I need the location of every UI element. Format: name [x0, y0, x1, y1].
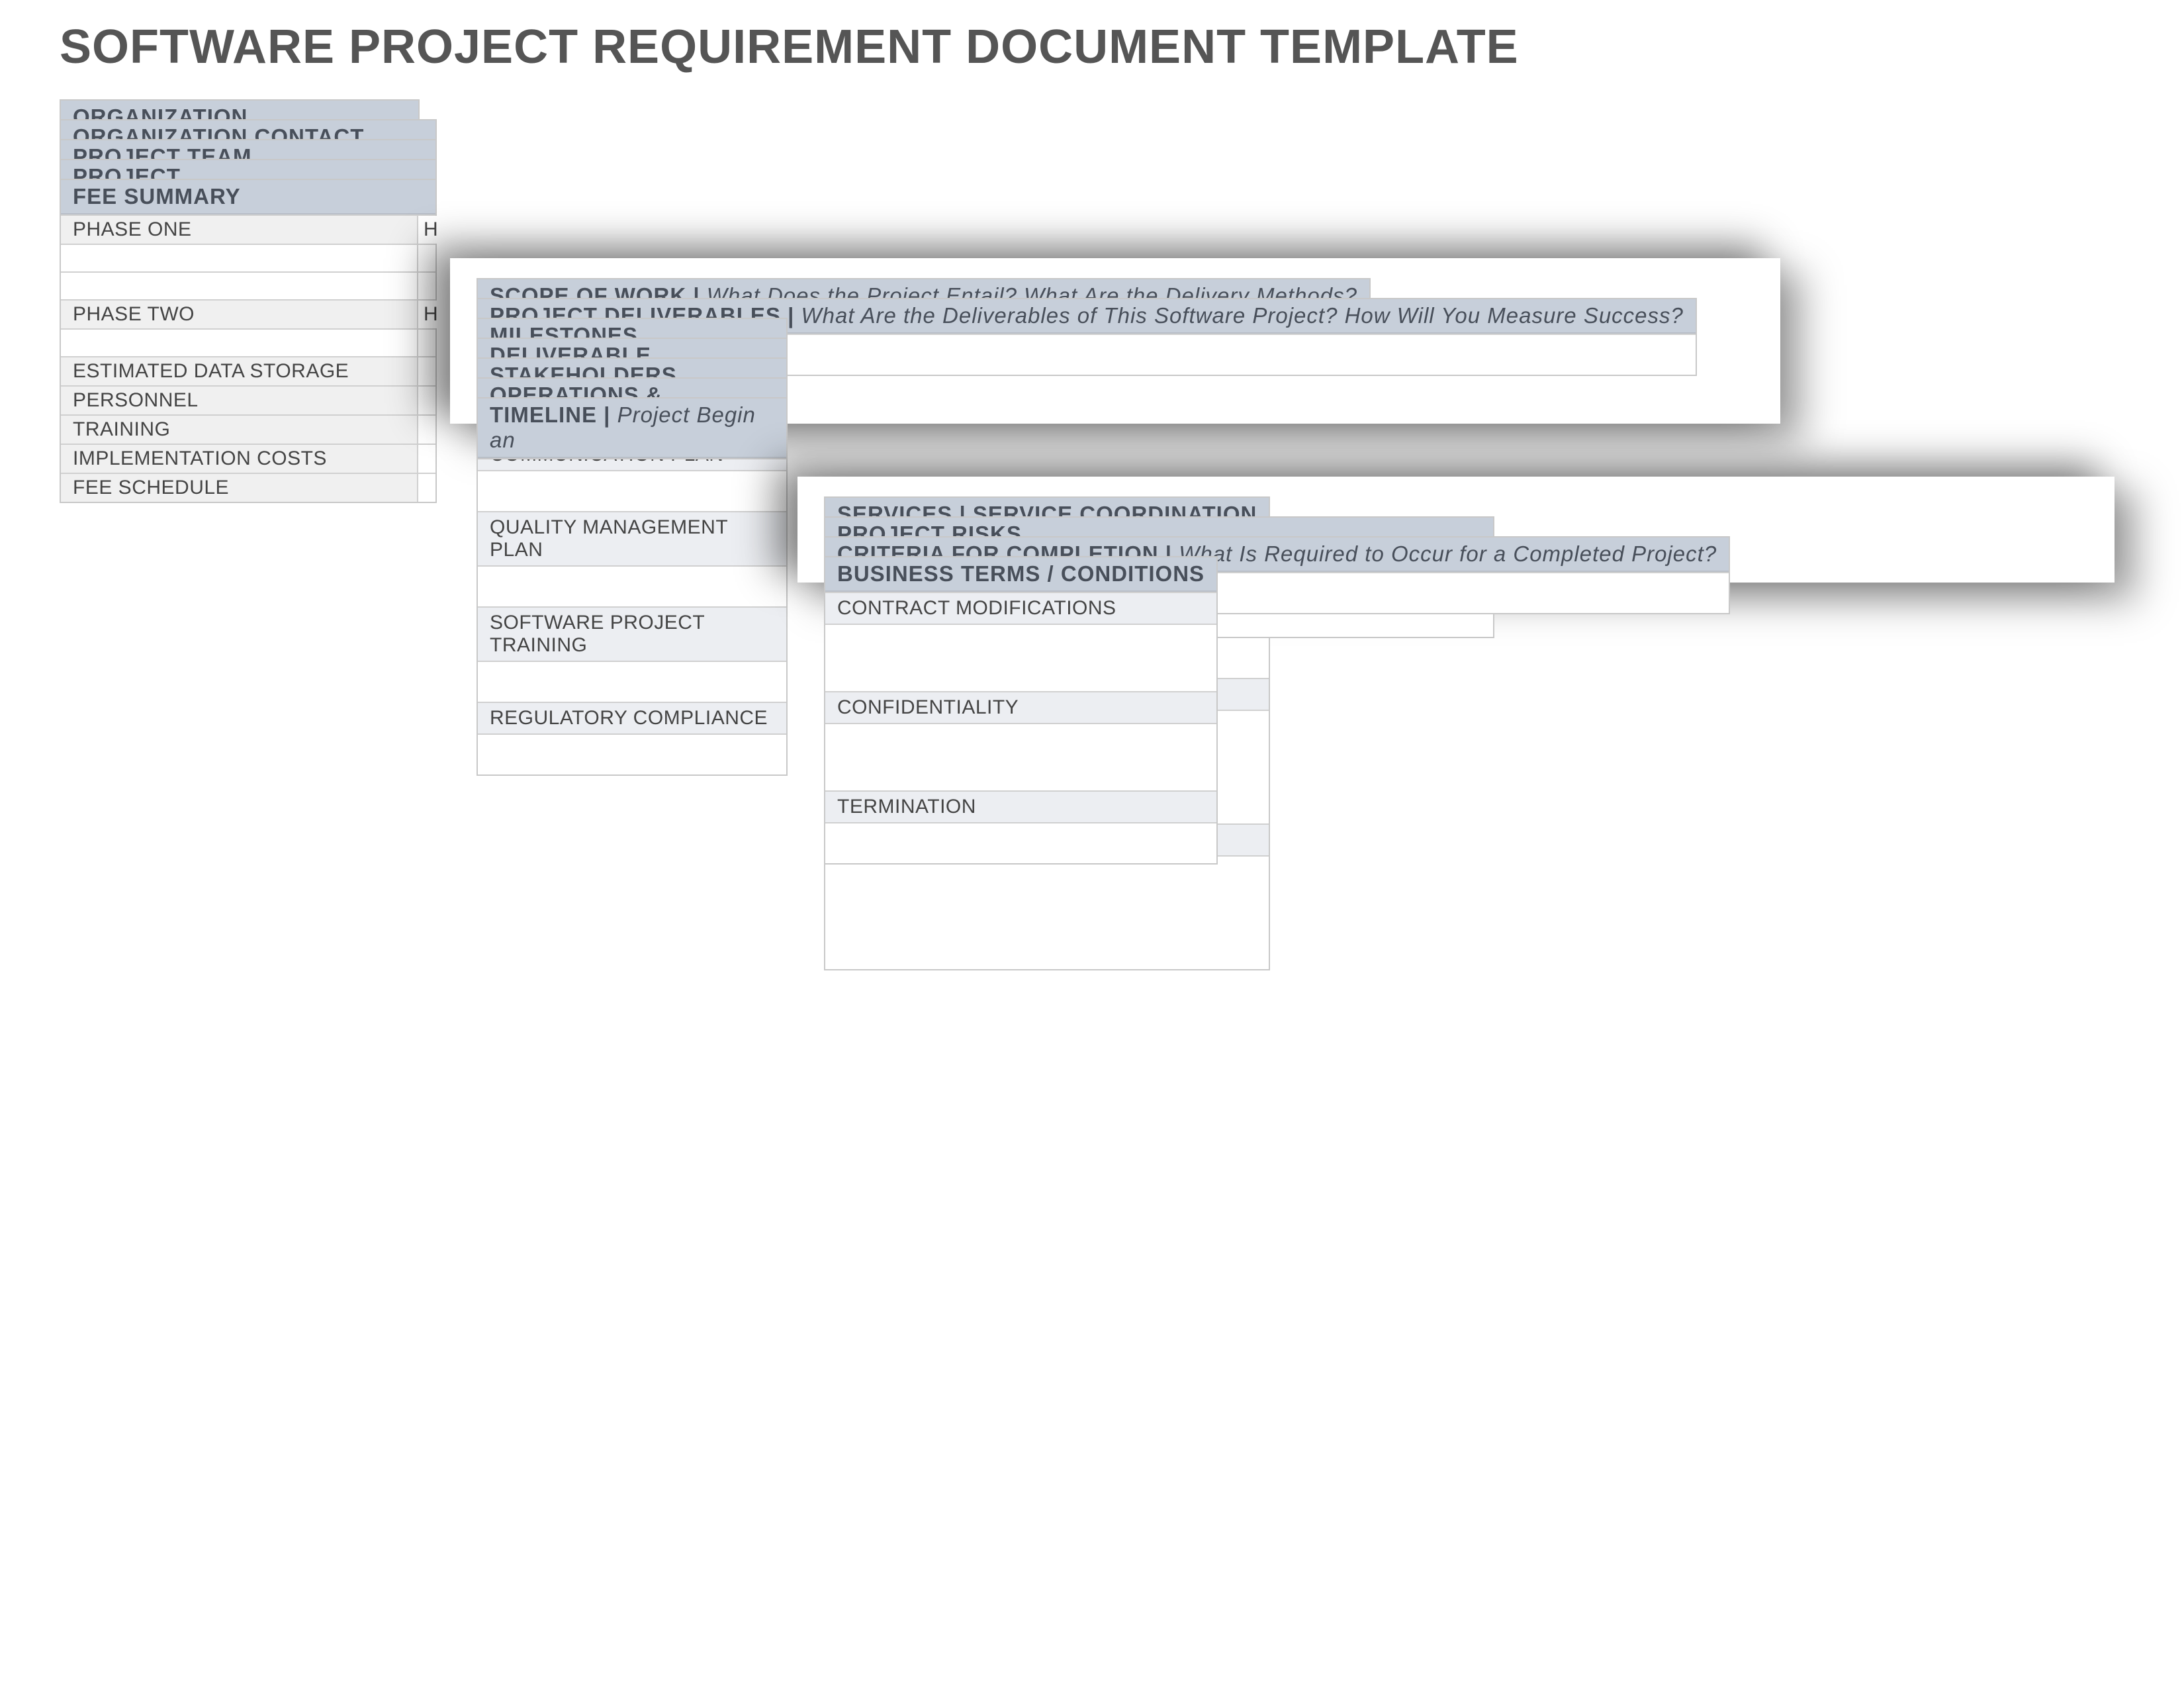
table-row: [825, 855, 1269, 969]
page-1: ORGANIZATION PROJECT NAME CLIENT VERSION…: [60, 99, 1416, 179]
confidentiality-header: CONFIDENTIALITY: [825, 691, 1216, 723]
table-row: [61, 328, 435, 356]
section-timeline: TIMELINE | Project Begin an: [477, 397, 788, 459]
value[interactable]: H: [418, 216, 438, 244]
label-est-storage: ESTIMATED DATA STORAGE: [61, 357, 418, 385]
value[interactable]: [418, 357, 435, 385]
section-fee-summary: FEE SUMMARY PHASE ONEH PHASE TWOH ESTIMA…: [60, 179, 437, 503]
value[interactable]: [418, 445, 435, 473]
value[interactable]: [478, 735, 786, 774]
table-row: TRAINING: [61, 414, 435, 444]
timeline-header: TIMELINE | Project Begin an: [478, 399, 786, 458]
table-row: [825, 723, 1216, 790]
value[interactable]: [418, 387, 435, 414]
table-row: [825, 624, 1216, 691]
label-training: TRAINING: [61, 416, 418, 444]
page-3: SERVICES | SERVICE COORDINATION AGENCY R…: [797, 477, 2115, 583]
page-2: SCOPE OF WORK | What Does the Project En…: [450, 258, 1780, 424]
blank[interactable]: [61, 330, 418, 356]
section-business-terms: BUSINESS TERMS / CONDITIONS CONTRACT MOD…: [824, 556, 1218, 865]
table-row: [61, 244, 435, 271]
table-row: PHASE TWOH: [61, 299, 435, 328]
contract-mods-header: CONTRACT MODIFICATIONS: [825, 592, 1216, 624]
regulatory-header: REGULATORY COMPLIANCE: [478, 702, 786, 733]
blank[interactable]: [61, 245, 418, 271]
value[interactable]: [478, 471, 786, 511]
value[interactable]: [825, 625, 1216, 691]
label-personnel: PERSONNEL: [61, 387, 418, 414]
value[interactable]: [825, 857, 1269, 969]
training-header: SOFTWARE PROJECT TRAINING: [478, 606, 786, 661]
qm-plan-header: QUALITY MANAGEMENT PLAN: [478, 511, 786, 565]
label-phase-two: PHASE TWO: [61, 301, 418, 328]
terms-header: BUSINESS TERMS / CONDITIONS: [825, 557, 1216, 592]
label-impl-costs: IMPLEMENTATION COSTS: [61, 445, 418, 473]
value[interactable]: [1183, 610, 1493, 637]
table-row: PERSONNEL: [61, 385, 435, 414]
table-row: [61, 271, 435, 299]
value[interactable]: [418, 330, 435, 356]
value[interactable]: [418, 416, 435, 444]
termination-header: TERMINATION: [825, 790, 1216, 822]
table-row: PHASE ONEH: [61, 214, 435, 244]
value[interactable]: [418, 273, 435, 299]
value[interactable]: [418, 474, 435, 502]
table-row: IMPLEMENTATION COSTS: [61, 444, 435, 473]
value[interactable]: [478, 662, 786, 702]
table-row: [478, 470, 786, 511]
value[interactable]: [825, 823, 1216, 863]
table-row: [478, 733, 786, 774]
value[interactable]: [825, 724, 1216, 790]
table-row: FEE SCHEDULE: [61, 473, 435, 502]
value[interactable]: H: [418, 301, 438, 328]
table-row: ESTIMATED DATA STORAGE: [61, 356, 435, 385]
value[interactable]: [418, 245, 435, 271]
table-row: [825, 822, 1216, 863]
value[interactable]: [478, 567, 786, 606]
label-fee-schedule: FEE SCHEDULE: [61, 474, 418, 502]
blank[interactable]: [61, 273, 418, 299]
fee-summary-header: FEE SUMMARY: [61, 180, 435, 214]
label-phase-one: PHASE ONE: [61, 216, 418, 244]
table-row: [478, 661, 786, 702]
table-row: [478, 565, 786, 606]
document-title: SOFTWARE PROJECT REQUIREMENT DOCUMENT TE…: [60, 20, 1519, 74]
